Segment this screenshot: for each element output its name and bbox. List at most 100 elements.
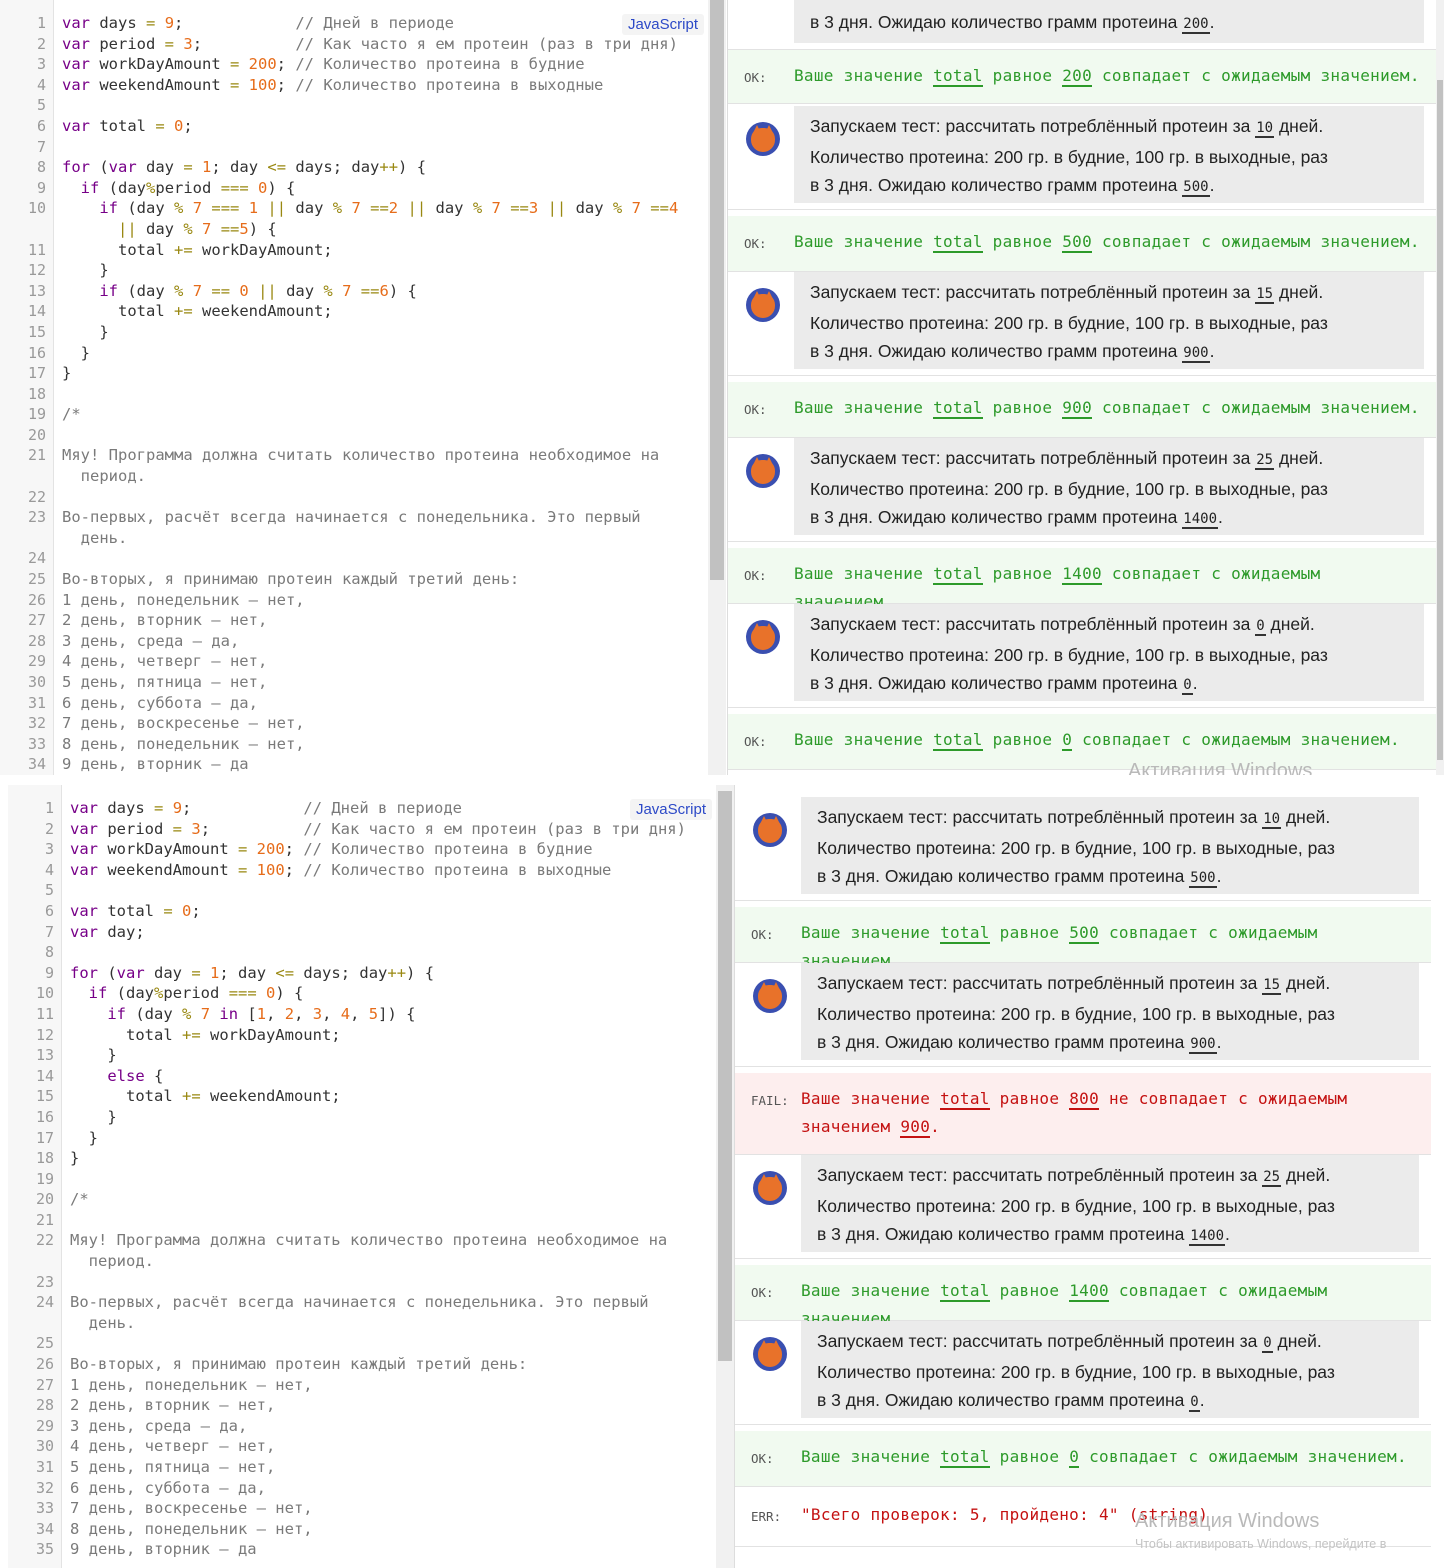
- editor-scrollbar[interactable]: [708, 0, 726, 775]
- code-line[interactable]: 7 день, воскресенье — нет,: [70, 1498, 710, 1519]
- code-line[interactable]: total += workDayAmount;: [70, 1025, 710, 1046]
- code-line[interactable]: 4 день, четверг — нет,: [62, 651, 702, 672]
- code-line[interactable]: var days = 9; // Дней в периоде: [62, 13, 702, 34]
- line-number: 28: [27, 631, 46, 650]
- code-line[interactable]: 1 день, понедельник — нет,: [62, 590, 702, 611]
- editor-scrollbar[interactable]: [716, 785, 734, 1568]
- code-line[interactable]: /*: [70, 1189, 710, 1210]
- status-ok: OK: Ваше значение total равное 1400 совпа…: [728, 548, 1436, 611]
- code-area[interactable]: var days = 9; // Дней в периоде var perio…: [70, 798, 710, 1560]
- code-line[interactable]: }: [62, 363, 702, 384]
- code-line[interactable]: [62, 487, 702, 508]
- test-description: Запускаем тест: рассчитать потреблённый …: [801, 1155, 1419, 1252]
- code-line[interactable]: [62, 548, 702, 569]
- code-line[interactable]: 5 день, пятница — нет,: [62, 672, 702, 693]
- code-line[interactable]: 3 день, среда — да,: [62, 631, 702, 652]
- code-line[interactable]: if (day%period === 0) {: [62, 178, 702, 199]
- code-editor[interactable]: 1 2 3 4 5 6 7 8 9 10 11 12 13 14 15 16 17 18 19 20 21 22 23 24 2…: [8, 785, 716, 1568]
- windows-activation-watermark: Активация Windows: [1128, 760, 1313, 775]
- status-ok: OK: Ваше значение total равное 500 совпад…: [735, 907, 1431, 970]
- test-message: Запускаем тест: рассчитать потреблённый …: [735, 797, 1431, 901]
- code-line[interactable]: период.: [62, 466, 702, 487]
- code-line[interactable]: var period = 3; // Как часто я ем протеи…: [62, 34, 702, 55]
- code-line[interactable]: [62, 137, 702, 158]
- code-line[interactable]: 9 день, вторник — да: [70, 1539, 710, 1560]
- line-number: 20: [27, 425, 46, 444]
- code-line[interactable]: [70, 1272, 710, 1293]
- code-line[interactable]: var period = 3; // Как часто я ем протеи…: [70, 819, 710, 840]
- scrollbar-thumb[interactable]: [718, 791, 732, 1361]
- scrollbar-thumb[interactable]: [1437, 80, 1443, 760]
- code-line[interactable]: Мяу! Программа должна считать количество…: [62, 445, 702, 466]
- code-line[interactable]: }: [70, 1128, 710, 1149]
- scrollbar-thumb[interactable]: [710, 0, 724, 580]
- code-line[interactable]: день.: [70, 1313, 710, 1334]
- test-description: Запускаем тест: рассчитать потреблённый …: [794, 438, 1424, 535]
- code-line[interactable]: 6 день, суббота — да,: [70, 1478, 710, 1499]
- code-line[interactable]: 8 день, понедельник — нет,: [70, 1519, 710, 1540]
- code-line[interactable]: Мяу! Программа должна считать количество…: [70, 1230, 710, 1251]
- code-line[interactable]: }: [62, 343, 702, 364]
- code-line[interactable]: total += weekendAmount;: [62, 301, 702, 322]
- code-line[interactable]: 1 день, понедельник — нет,: [70, 1375, 710, 1396]
- code-line[interactable]: total += weekendAmount;: [70, 1086, 710, 1107]
- line-number: 14: [35, 1066, 54, 1085]
- code-area[interactable]: var days = 9; // Дней в периоде var perio…: [62, 13, 702, 775]
- code-line[interactable]: if (day % 7 == 0 || day % 7 ==6) {: [62, 281, 702, 302]
- code-line[interactable]: for (var day = 1; day <= days; day++) {: [62, 157, 702, 178]
- code-line[interactable]: var workDayAmount = 200; // Количество п…: [62, 54, 702, 75]
- code-line[interactable]: }: [70, 1045, 710, 1066]
- code-line[interactable]: 2 день, вторник — нет,: [70, 1395, 710, 1416]
- code-line[interactable]: 5 день, пятница — нет,: [70, 1457, 710, 1478]
- code-editor[interactable]: 1 2 3 4 5 6 7 8 9 10 11 12 13 14 15 16 17 18 19 20 21 22 23 24 2…: [0, 0, 708, 775]
- code-line[interactable]: }: [62, 322, 702, 343]
- code-line[interactable]: var days = 9; // Дней в периоде: [70, 798, 710, 819]
- code-line[interactable]: [70, 1333, 710, 1354]
- code-line[interactable]: Во-вторых, я принимаю протеин каждый тре…: [62, 569, 702, 590]
- code-line[interactable]: [70, 1169, 710, 1190]
- code-line[interactable]: if (day % 7 in [1, 2, 3, 4, 5]) {: [70, 1004, 710, 1025]
- code-line[interactable]: }: [62, 260, 702, 281]
- code-line[interactable]: 3 день, среда — да,: [70, 1416, 710, 1437]
- line-number: 12: [35, 1025, 54, 1044]
- code-line[interactable]: }: [70, 1107, 710, 1128]
- code-line[interactable]: [62, 425, 702, 446]
- code-line[interactable]: var weekendAmount = 100; // Количество п…: [62, 75, 702, 96]
- line-number: [0, 219, 46, 240]
- code-line[interactable]: var total = 0;: [70, 901, 710, 922]
- line-number: 30: [35, 1437, 54, 1456]
- code-line[interactable]: [70, 880, 710, 901]
- code-line[interactable]: || day % 7 ==5) {: [62, 219, 702, 240]
- code-line[interactable]: [70, 942, 710, 963]
- code-line[interactable]: if (day % 7 === 1 || day % 7 ==2 || day …: [62, 198, 702, 219]
- status-ok: OK: Ваше значение total равное 0 совпадае…: [735, 1431, 1431, 1487]
- code-line[interactable]: 4 день, четверг — нет,: [70, 1436, 710, 1457]
- code-line[interactable]: }: [70, 1148, 710, 1169]
- code-line[interactable]: Во-первых, расчёт всегда начинается с по…: [62, 507, 702, 528]
- code-line[interactable]: 2 день, вторник — нет,: [62, 610, 702, 631]
- code-line[interactable]: var workDayAmount = 200; // Количество п…: [70, 839, 710, 860]
- code-line[interactable]: 6 день, суббота — да,: [62, 693, 702, 714]
- code-line[interactable]: период.: [70, 1251, 710, 1272]
- language-badge: JavaScript: [621, 14, 704, 35]
- code-line[interactable]: /*: [62, 404, 702, 425]
- code-line[interactable]: var weekendAmount = 100; // Количество п…: [70, 860, 710, 881]
- code-line[interactable]: else {: [70, 1066, 710, 1087]
- code-line[interactable]: var total = 0;: [62, 116, 702, 137]
- code-line[interactable]: 9 день, вторник — да: [62, 754, 702, 775]
- results-scrollbar[interactable]: [1436, 0, 1444, 775]
- code-line[interactable]: 7 день, воскресенье — нет,: [62, 713, 702, 734]
- code-line[interactable]: if (day%period === 0) {: [70, 983, 710, 1004]
- code-line[interactable]: [62, 384, 702, 405]
- code-line[interactable]: for (var day = 1; day <= days; day++) {: [70, 963, 710, 984]
- code-line[interactable]: total += workDayAmount;: [62, 240, 702, 261]
- code-line[interactable]: день.: [62, 528, 702, 549]
- line-number: 13: [35, 1046, 54, 1065]
- code-line[interactable]: [62, 95, 702, 116]
- code-line[interactable]: 8 день, понедельник — нет,: [62, 734, 702, 755]
- code-line[interactable]: Во-первых, расчёт всегда начинается с по…: [70, 1292, 710, 1313]
- code-line[interactable]: [70, 1210, 710, 1231]
- screenshot-bottom: 1 2 3 4 5 6 7 8 9 10 11 12 13 14 15 16 17 18 19 20 21 22 23 24 2…: [0, 785, 1444, 1568]
- code-line[interactable]: Во-вторых, я принимаю протеин каждый тре…: [70, 1354, 710, 1375]
- code-line[interactable]: var day;: [70, 922, 710, 943]
